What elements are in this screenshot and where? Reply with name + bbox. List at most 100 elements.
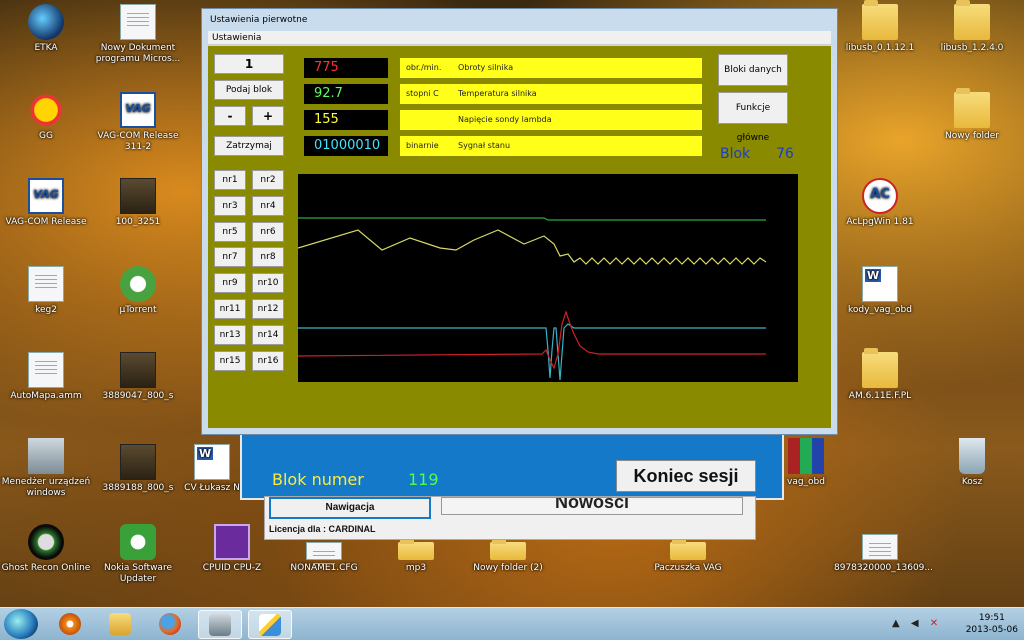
utorrent-icon bbox=[120, 266, 156, 302]
reading-value-temp: 92.7 bbox=[304, 84, 388, 104]
koniec-sesji-button[interactable]: Koniec sesji bbox=[616, 460, 756, 492]
reading-value-rpm: 775 bbox=[304, 58, 388, 78]
taskbar-paint[interactable] bbox=[248, 610, 292, 639]
zatrzymaj-button[interactable]: Zatrzymaj bbox=[214, 136, 284, 156]
desktop-icon-kody-vag[interactable]: kody_vag_obd bbox=[834, 266, 926, 316]
volume-icon[interactable]: ◀ bbox=[911, 618, 919, 629]
menu-ustawienia[interactable]: Ustawienia bbox=[212, 33, 261, 43]
reading-label-temp: stopni C Temperatura silnika bbox=[400, 84, 702, 104]
reading-label-rpm: obr./min. Obroty silnika bbox=[400, 58, 702, 78]
desktop-icon-vag-com-311[interactable]: VAG VAG-COM Release 311-2 bbox=[92, 92, 184, 153]
taskbar-vag-app[interactable] bbox=[198, 610, 242, 639]
blok-label: Blok bbox=[720, 146, 751, 162]
desktop-icon-noname[interactable]: NONAME1.CFG bbox=[278, 542, 370, 574]
cpu-icon bbox=[214, 524, 250, 560]
desktop-icon-ghost-recon[interactable]: Ghost Recon Online bbox=[0, 524, 92, 574]
channel-button-nr1[interactable]: nr1 bbox=[214, 170, 246, 190]
desktop-icon-nokia[interactable]: Nokia Software Updater bbox=[92, 524, 184, 585]
clock[interactable]: 19:51 2013-05-06 bbox=[966, 612, 1018, 636]
channel-button-nr4[interactable]: nr4 bbox=[252, 195, 284, 216]
channel-button-nr6[interactable]: nr6 bbox=[252, 221, 284, 242]
folder-icon bbox=[398, 538, 434, 560]
sun-icon bbox=[28, 92, 64, 128]
vag-com-icon: VAG bbox=[28, 178, 64, 214]
desktop-icon-paczuszka[interactable]: Paczuszka VAG bbox=[642, 538, 734, 574]
globe-icon bbox=[28, 4, 64, 40]
desktop-icon-menedzer[interactable]: Menedżer urządzeń windows bbox=[0, 438, 92, 499]
desktop-icon-libusb-0[interactable]: libusb_0.1.12.1 bbox=[834, 0, 926, 54]
desktop-icon-automapa[interactable]: AutoMapa.amm bbox=[0, 352, 92, 402]
podaj-blok-button[interactable]: Podaj blok bbox=[214, 80, 284, 100]
plus-button[interactable]: + bbox=[252, 106, 284, 126]
dialog-client: 1 Podaj blok - + Zatrzymaj nr1 nr2 nr3 nr4 n… bbox=[208, 46, 831, 428]
document-icon bbox=[862, 534, 898, 560]
desktop-icon-mp3[interactable]: mp3 bbox=[370, 538, 462, 574]
folder-icon bbox=[954, 88, 990, 128]
channel-button-nr13[interactable]: nr13 bbox=[214, 324, 246, 345]
chevron-up-icon[interactable]: ▲ bbox=[892, 618, 900, 629]
taskbar: ▲ ◀ ✕ 19:51 2013-05-06 bbox=[0, 607, 1024, 640]
signal-graph bbox=[298, 174, 798, 382]
graph-line-red bbox=[298, 310, 766, 370]
paint-icon bbox=[259, 614, 281, 636]
channel-button-nr11[interactable]: nr11 bbox=[214, 299, 246, 319]
explorer-icon bbox=[109, 613, 131, 635]
desktop-icon-gg[interactable]: GG bbox=[0, 92, 92, 142]
channel-button-nr15[interactable]: nr15 bbox=[214, 350, 246, 371]
desktop-icon-100-3251[interactable]: 100_3251 bbox=[92, 178, 184, 228]
desktop-icon-nowy-folder-2[interactable]: Nowy folder (2) bbox=[462, 538, 554, 574]
document-icon bbox=[28, 266, 64, 302]
folder-icon bbox=[862, 348, 898, 388]
licencja-label: Licencja dla : CARDINAL bbox=[269, 524, 376, 534]
desktop-icon-etka[interactable]: ETKA bbox=[0, 4, 92, 54]
network-icon[interactable]: ✕ bbox=[930, 618, 938, 629]
block-number-input[interactable]: 1 bbox=[214, 54, 284, 74]
vag-app-icon bbox=[209, 614, 231, 636]
system-tray-icons: ▲ ◀ ✕ bbox=[892, 618, 938, 629]
taskbar-explorer[interactable] bbox=[98, 610, 142, 639]
channel-button-nr14[interactable]: nr14 bbox=[252, 324, 284, 345]
channel-button-nr8[interactable]: nr8 bbox=[252, 247, 284, 268]
background-app-lower: Nawigacja Nowości Licencja dla : CARDINA… bbox=[264, 496, 756, 540]
desktop-icon-keg2[interactable]: keg2 bbox=[0, 266, 92, 316]
ac-icon: AC bbox=[862, 178, 898, 214]
channel-button-nr2[interactable]: nr2 bbox=[252, 170, 284, 190]
channel-button-nr9[interactable]: nr9 bbox=[214, 273, 246, 294]
blok-numer-value: 119 bbox=[408, 470, 439, 489]
folder-icon bbox=[490, 538, 526, 560]
desktop-icon-aclpgwin[interactable]: AC AcLpgWin 1.81 bbox=[834, 178, 926, 228]
folder-icon bbox=[862, 0, 898, 40]
desktop-icon-8978320000[interactable]: 8978320000_13609... bbox=[834, 534, 933, 574]
folder-icon bbox=[954, 0, 990, 40]
channel-button-nr10[interactable]: nr10 bbox=[252, 273, 284, 294]
photo-icon bbox=[120, 178, 156, 214]
taskbar-firefox[interactable] bbox=[148, 610, 192, 639]
start-button[interactable] bbox=[4, 609, 38, 639]
channel-button-nr12[interactable]: nr12 bbox=[252, 299, 284, 319]
desktop-icon-3889047[interactable]: 3889047_800_s bbox=[92, 352, 184, 402]
desktop-icon-nowy-dokument[interactable]: Nowy Dokument programu Micros... bbox=[92, 4, 184, 65]
channel-button-nr5[interactable]: nr5 bbox=[214, 221, 246, 242]
channel-button-nr16[interactable]: nr16 bbox=[252, 350, 284, 371]
desktop-icon-kosz[interactable]: Kosz bbox=[926, 438, 1018, 488]
folder-icon bbox=[670, 538, 706, 560]
desktop-icon-cv[interactable]: CV Łukasz N bbox=[182, 444, 242, 494]
nawigacja-button[interactable]: Nawigacja bbox=[269, 497, 431, 519]
desktop-icon-libusb-1[interactable]: libusb_1.2.4.0 bbox=[926, 0, 1018, 54]
taskbar-media-player[interactable] bbox=[48, 610, 92, 639]
funkcje-glowne-button[interactable]: Funkcje główne bbox=[718, 92, 788, 143]
desktop-icon-vag-com-release[interactable]: VAG VAG-COM Release bbox=[0, 178, 92, 228]
desktop-icon-am[interactable]: AM.6.11E.F.PL bbox=[834, 348, 926, 402]
photo-icon bbox=[120, 444, 156, 480]
clock-time: 19:51 bbox=[978, 613, 1005, 623]
channel-button-nr7[interactable]: nr7 bbox=[214, 247, 246, 268]
minus-button[interactable]: - bbox=[214, 106, 246, 126]
partial-heading: Nowości bbox=[441, 497, 743, 515]
signal-graph-svg bbox=[298, 217, 767, 381]
desktop-icon-nowy-folder[interactable]: Nowy folder bbox=[926, 88, 1018, 142]
bloki-danych-button[interactable]: Bloki danych bbox=[718, 54, 788, 86]
dialog-title[interactable]: Ustawienia pierwotne bbox=[202, 9, 837, 31]
desktop-icon-utorrent[interactable]: µTorrent bbox=[92, 266, 184, 316]
channel-button-nr3[interactable]: nr3 bbox=[214, 195, 246, 216]
desktop-icon-3889188[interactable]: 3889188_800_s bbox=[92, 444, 184, 494]
